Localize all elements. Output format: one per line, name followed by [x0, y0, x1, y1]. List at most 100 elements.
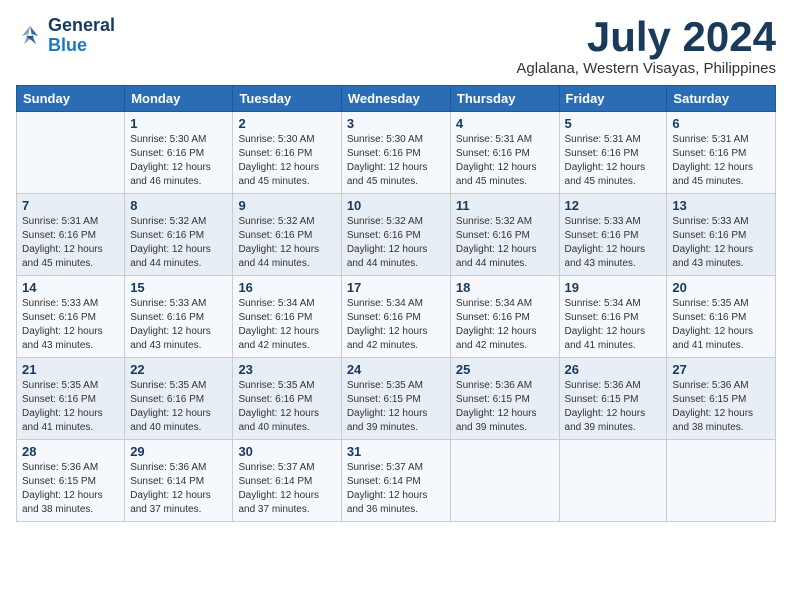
day-number: 27	[672, 362, 770, 377]
calendar-cell: 15 Sunrise: 5:33 AM Sunset: 6:16 PM Dayli…	[125, 276, 233, 358]
day-info: Sunrise: 5:34 AM Sunset: 6:16 PM Dayligh…	[238, 297, 335, 353]
calendar-cell: 31 Sunrise: 5:37 AM Sunset: 6:14 PM Dayli…	[341, 440, 450, 522]
day-number: 28	[22, 444, 119, 459]
day-info: Sunrise: 5:36 AM Sunset: 6:15 PM Dayligh…	[22, 461, 119, 517]
day-info: Sunrise: 5:36 AM Sunset: 6:15 PM Dayligh…	[565, 379, 662, 435]
day-number: 6	[672, 116, 770, 131]
calendar-week-row: 7Sunrise: 5:31 AM Sunset: 6:16 PM Daylig…	[17, 194, 776, 276]
calendar-cell: 5 Sunrise: 5:31 AM Sunset: 6:16 PM Daylig…	[559, 112, 667, 194]
calendar-cell: 27 Sunrise: 5:36 AM Sunset: 6:15 PM Dayli…	[667, 358, 776, 440]
calendar-cell: 24Sunrise: 5:35 AM Sunset: 6:15 PM Dayli…	[341, 358, 450, 440]
day-number: 20	[672, 280, 770, 295]
day-info: Sunrise: 5:33 AM Sunset: 6:16 PM Dayligh…	[130, 297, 227, 353]
calendar-cell	[450, 440, 559, 522]
calendar-day-header: Saturday	[667, 86, 776, 112]
calendar-day-header: Friday	[559, 86, 667, 112]
calendar-week-row: 28 Sunrise: 5:36 AM Sunset: 6:15 PM Dayli…	[17, 440, 776, 522]
calendar-table: SundayMondayTuesdayWednesdayThursdayFrid…	[16, 85, 776, 522]
calendar-cell: 12 Sunrise: 5:33 AM Sunset: 6:16 PM Dayli…	[559, 194, 667, 276]
calendar-cell: 22 Sunrise: 5:35 AM Sunset: 6:16 PM Dayli…	[125, 358, 233, 440]
day-number: 2	[238, 116, 335, 131]
day-info: Sunrise: 5:35 AM Sunset: 6:15 PM Dayligh…	[347, 379, 445, 435]
day-number: 19	[565, 280, 662, 295]
day-info: Sunrise: 5:36 AM Sunset: 6:15 PM Dayligh…	[672, 379, 770, 435]
day-info: Sunrise: 5:36 AM Sunset: 6:15 PM Dayligh…	[456, 379, 554, 435]
calendar-cell: 13 Sunrise: 5:33 AM Sunset: 6:16 PM Dayli…	[667, 194, 776, 276]
day-info: Sunrise: 5:31 AM Sunset: 6:16 PM Dayligh…	[672, 133, 770, 189]
day-info: Sunrise: 5:34 AM Sunset: 6:16 PM Dayligh…	[565, 297, 662, 353]
day-info: Sunrise: 5:35 AM Sunset: 6:16 PM Dayligh…	[238, 379, 335, 435]
logo-line2: Blue	[48, 35, 87, 55]
day-number: 29	[130, 444, 227, 459]
calendar-cell: 16Sunrise: 5:34 AM Sunset: 6:16 PM Dayli…	[233, 276, 341, 358]
day-info: Sunrise: 5:36 AM Sunset: 6:14 PM Dayligh…	[130, 461, 227, 517]
day-number: 22	[130, 362, 227, 377]
day-number: 4	[456, 116, 554, 131]
day-number: 13	[672, 198, 770, 213]
calendar-cell: 17 Sunrise: 5:34 AM Sunset: 6:16 PM Dayli…	[341, 276, 450, 358]
calendar-body: 1 Sunrise: 5:30 AM Sunset: 6:16 PM Daylig…	[17, 112, 776, 522]
calendar-day-header: Wednesday	[341, 86, 450, 112]
logo-text: General Blue	[48, 16, 115, 56]
calendar-cell	[559, 440, 667, 522]
calendar-cell: 18 Sunrise: 5:34 AM Sunset: 6:16 PM Dayli…	[450, 276, 559, 358]
day-number: 26	[565, 362, 662, 377]
day-number: 31	[347, 444, 445, 459]
day-info: Sunrise: 5:32 AM Sunset: 6:16 PM Dayligh…	[347, 215, 445, 271]
day-info: Sunrise: 5:37 AM Sunset: 6:14 PM Dayligh…	[238, 461, 335, 517]
day-info: Sunrise: 5:31 AM Sunset: 6:16 PM Dayligh…	[22, 215, 119, 271]
logo-bird-icon	[16, 22, 44, 50]
calendar-week-row: 14Sunrise: 5:33 AM Sunset: 6:16 PM Dayli…	[17, 276, 776, 358]
calendar-cell	[667, 440, 776, 522]
title-block: July 2024 Aglalana, Western Visayas, Phi…	[516, 16, 776, 77]
calendar-day-header: Monday	[125, 86, 233, 112]
day-number: 12	[565, 198, 662, 213]
day-number: 17	[347, 280, 445, 295]
calendar-day-header: Tuesday	[233, 86, 341, 112]
calendar-cell: 10Sunrise: 5:32 AM Sunset: 6:16 PM Dayli…	[341, 194, 450, 276]
day-info: Sunrise: 5:33 AM Sunset: 6:16 PM Dayligh…	[22, 297, 119, 353]
calendar-cell: 8 Sunrise: 5:32 AM Sunset: 6:16 PM Daylig…	[125, 194, 233, 276]
day-number: 18	[456, 280, 554, 295]
calendar-cell: 6 Sunrise: 5:31 AM Sunset: 6:16 PM Daylig…	[667, 112, 776, 194]
day-info: Sunrise: 5:34 AM Sunset: 6:16 PM Dayligh…	[347, 297, 445, 353]
day-number: 15	[130, 280, 227, 295]
calendar-cell: 19 Sunrise: 5:34 AM Sunset: 6:16 PM Dayli…	[559, 276, 667, 358]
day-number: 5	[565, 116, 662, 131]
day-info: Sunrise: 5:30 AM Sunset: 6:16 PM Dayligh…	[347, 133, 445, 189]
day-number: 1	[130, 116, 227, 131]
calendar-cell: 7Sunrise: 5:31 AM Sunset: 6:16 PM Daylig…	[17, 194, 125, 276]
day-info: Sunrise: 5:35 AM Sunset: 6:16 PM Dayligh…	[672, 297, 770, 353]
calendar-cell: 26 Sunrise: 5:36 AM Sunset: 6:15 PM Dayli…	[559, 358, 667, 440]
day-number: 23	[238, 362, 335, 377]
day-info: Sunrise: 5:31 AM Sunset: 6:16 PM Dayligh…	[565, 133, 662, 189]
calendar-cell: 2Sunrise: 5:30 AM Sunset: 6:16 PM Daylig…	[233, 112, 341, 194]
calendar-day-header: Sunday	[17, 86, 125, 112]
day-info: Sunrise: 5:31 AM Sunset: 6:16 PM Dayligh…	[456, 133, 554, 189]
day-info: Sunrise: 5:33 AM Sunset: 6:16 PM Dayligh…	[672, 215, 770, 271]
calendar-cell: 28 Sunrise: 5:36 AM Sunset: 6:15 PM Dayli…	[17, 440, 125, 522]
calendar-week-row: 21 Sunrise: 5:35 AM Sunset: 6:16 PM Dayli…	[17, 358, 776, 440]
day-info: Sunrise: 5:35 AM Sunset: 6:16 PM Dayligh…	[130, 379, 227, 435]
calendar-cell: 20 Sunrise: 5:35 AM Sunset: 6:16 PM Dayli…	[667, 276, 776, 358]
page-header: General Blue July 2024 Aglalana, Western…	[16, 16, 776, 77]
calendar-day-header: Thursday	[450, 86, 559, 112]
location: Aglalana, Western Visayas, Philippines	[516, 60, 776, 77]
day-info: Sunrise: 5:37 AM Sunset: 6:14 PM Dayligh…	[347, 461, 445, 517]
day-info: Sunrise: 5:32 AM Sunset: 6:16 PM Dayligh…	[238, 215, 335, 271]
calendar-week-row: 1 Sunrise: 5:30 AM Sunset: 6:16 PM Daylig…	[17, 112, 776, 194]
day-info: Sunrise: 5:34 AM Sunset: 6:16 PM Dayligh…	[456, 297, 554, 353]
day-info: Sunrise: 5:33 AM Sunset: 6:16 PM Dayligh…	[565, 215, 662, 271]
day-number: 8	[130, 198, 227, 213]
day-number: 30	[238, 444, 335, 459]
calendar-cell: 23 Sunrise: 5:35 AM Sunset: 6:16 PM Dayli…	[233, 358, 341, 440]
day-number: 21	[22, 362, 119, 377]
calendar-cell: 29 Sunrise: 5:36 AM Sunset: 6:14 PM Dayli…	[125, 440, 233, 522]
day-info: Sunrise: 5:32 AM Sunset: 6:16 PM Dayligh…	[130, 215, 227, 271]
day-number: 11	[456, 198, 554, 213]
calendar-cell: 30 Sunrise: 5:37 AM Sunset: 6:14 PM Dayli…	[233, 440, 341, 522]
calendar-cell: 3Sunrise: 5:30 AM Sunset: 6:16 PM Daylig…	[341, 112, 450, 194]
calendar-cell: 9Sunrise: 5:32 AM Sunset: 6:16 PM Daylig…	[233, 194, 341, 276]
calendar-cell: 14Sunrise: 5:33 AM Sunset: 6:16 PM Dayli…	[17, 276, 125, 358]
calendar-cell: 25Sunrise: 5:36 AM Sunset: 6:15 PM Dayli…	[450, 358, 559, 440]
